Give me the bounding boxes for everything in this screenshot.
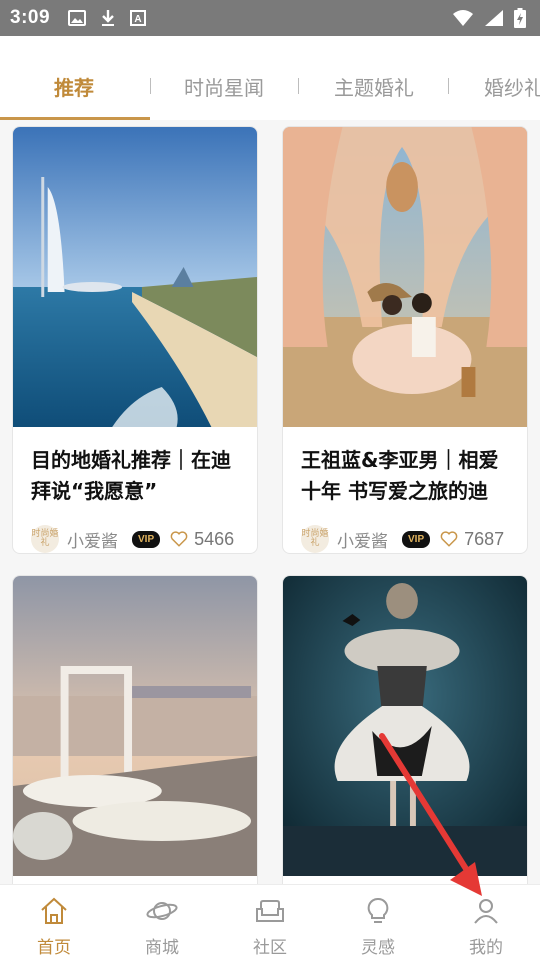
article-meta: 时尚婚礼 小爱酱 VIP 7687: [283, 509, 527, 553]
feather-gown-model-photo: [283, 576, 527, 876]
waterfront-floral-arch-photo: [13, 576, 257, 876]
nav-label: 首页: [37, 938, 71, 958]
burj-al-arab-beach-photo: [13, 127, 257, 427]
svg-text:A: A: [134, 14, 141, 25]
author-name[interactable]: 小爱酱: [337, 527, 388, 552]
lightbulb-icon: [367, 897, 389, 923]
tab-recommend[interactable]: 推荐: [54, 72, 94, 101]
article-card[interactable]: [282, 575, 528, 884]
article-card[interactable]: [12, 575, 258, 884]
home-icon: [41, 897, 67, 924]
author-avatar[interactable]: 时尚婚礼: [31, 525, 59, 553]
author-name[interactable]: 小爱酱: [67, 527, 118, 552]
vip-badge: VIP: [402, 530, 431, 548]
tab-divider: [298, 78, 299, 94]
like-count: 5466: [194, 528, 235, 549]
like-count: 7687: [464, 528, 505, 549]
profile-icon: [474, 899, 498, 924]
article-card[interactable]: 王祖蓝&李亚男｜相爱十年 书写爱之旅的迪 时尚婚礼 小爱酱 VIP 7687: [282, 126, 528, 554]
author-avatar[interactable]: 时尚婚礼: [301, 525, 329, 553]
nav-item-community[interactable]: 社区: [216, 885, 324, 960]
article-title[interactable]: 目的地婚礼推荐｜在迪拜说“我愿意”: [13, 427, 257, 509]
article-meta: 时尚婚礼 小爱酱 VIP 5466: [13, 509, 257, 553]
category-tabs: 推荐 时尚星闻 主题婚礼 婚纱礼: [0, 36, 540, 120]
sofa-icon: [256, 900, 284, 922]
font-icon: A: [130, 10, 147, 26]
tab-divider: [448, 78, 449, 94]
article-title[interactable]: 王祖蓝&李亚男｜相爱十年 书写爱之旅的迪: [283, 427, 527, 509]
nav-item-home[interactable]: 首页: [0, 885, 108, 960]
nav-item-shop[interactable]: 商城: [108, 885, 216, 960]
vip-badge: VIP: [132, 530, 161, 548]
tab-theme-wedding[interactable]: 主题婚礼: [334, 72, 414, 101]
heart-icon[interactable]: [170, 530, 188, 548]
tab-fashion-news[interactable]: 时尚星闻: [184, 72, 264, 101]
nav-item-inspiration[interactable]: 灵感: [324, 885, 432, 960]
nav-label: 社区: [253, 938, 287, 958]
wifi-icon: [453, 10, 473, 26]
battery-icon: [514, 8, 526, 28]
signal-icon: [485, 10, 503, 26]
desert-tent-couple-photo: [283, 127, 527, 427]
status-time: 3:09: [10, 7, 51, 28]
tab-divider: [150, 78, 151, 94]
nav-label: 灵感: [361, 938, 395, 958]
article-card[interactable]: 目的地婚礼推荐｜在迪拜说“我愿意” 时尚婚礼 小爱酱 VIP 5466: [12, 126, 258, 554]
article-feed[interactable]: 目的地婚礼推荐｜在迪拜说“我愿意” 时尚婚礼 小爱酱 VIP 5466 王祖蓝&…: [0, 120, 540, 884]
nav-label: 我的: [469, 938, 503, 958]
planet-icon: [146, 902, 178, 920]
status-bar: 3:09 A: [0, 0, 540, 36]
heart-icon[interactable]: [440, 530, 458, 548]
tab-wedding-dress[interactable]: 婚纱礼: [484, 72, 540, 101]
nav-label: 商城: [145, 938, 179, 958]
image-icon: [68, 10, 87, 26]
download-icon: [102, 10, 115, 26]
nav-item-profile[interactable]: 我的: [432, 885, 540, 960]
bottom-navigation: 首页 商城 社区 灵感 我的: [0, 884, 540, 960]
